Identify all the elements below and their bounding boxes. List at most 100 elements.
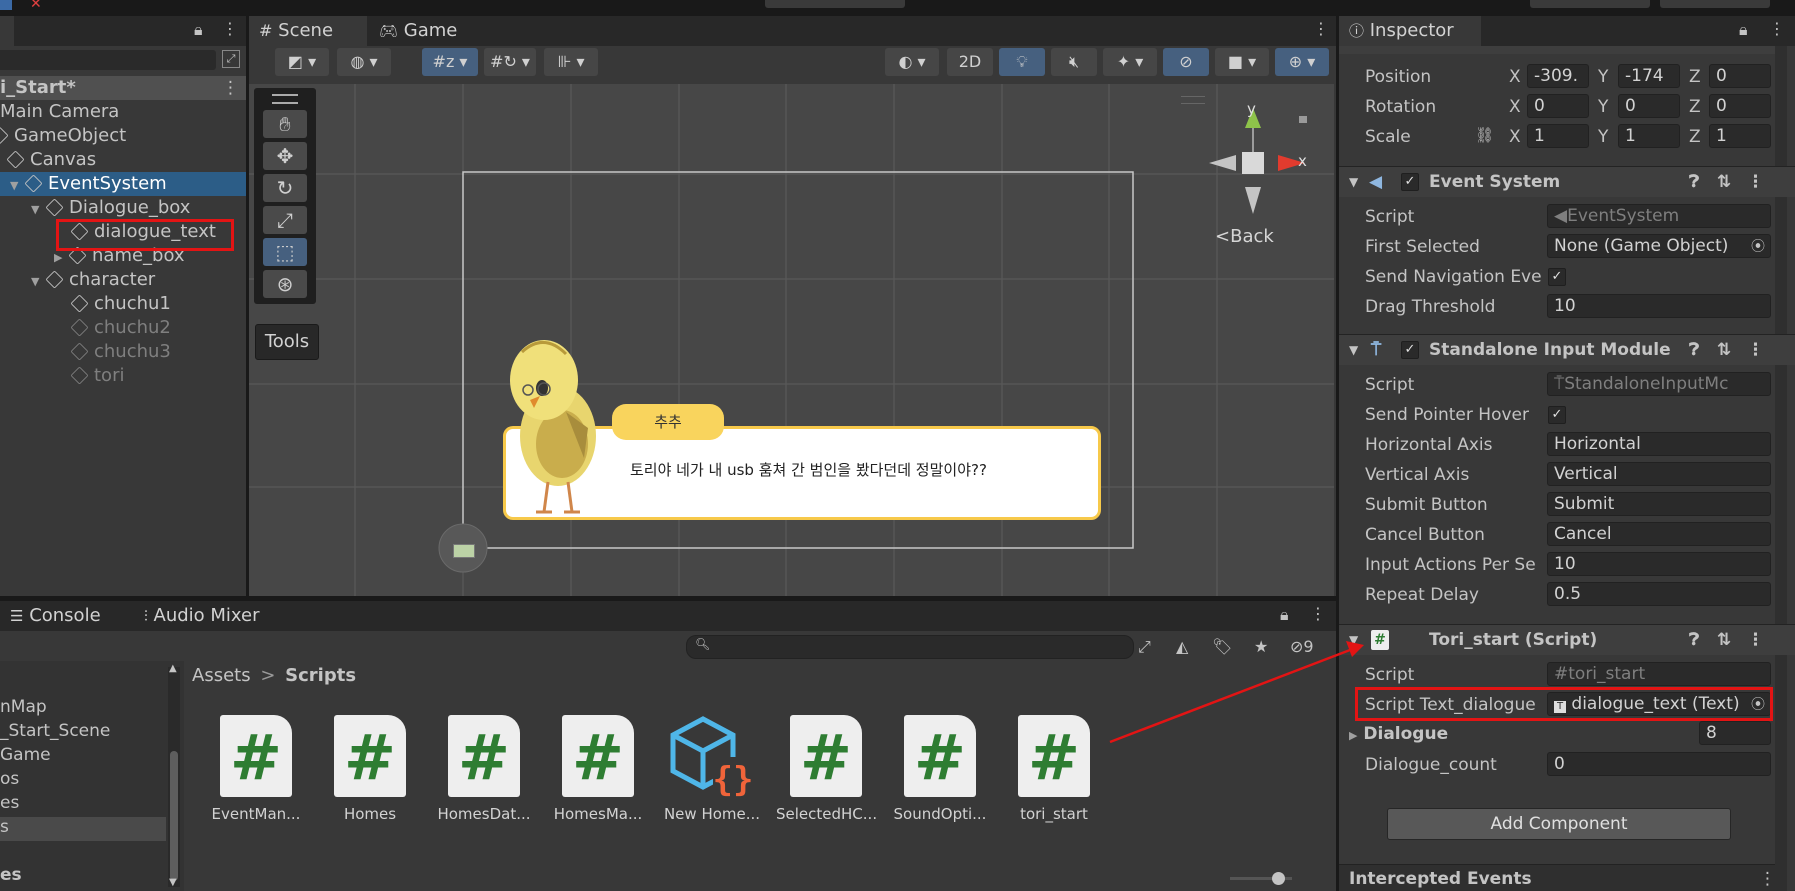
gizmos-dropdown[interactable]: ⊕ ▾ — [1275, 48, 1329, 76]
asset-new-homes[interactable]: {} New Home... — [662, 715, 762, 823]
rect-tool-icon[interactable]: ⬚ — [263, 238, 307, 266]
transform-header-stub[interactable] — [1339, 46, 1775, 54]
help-icon[interactable]: ❓︎ — [1689, 625, 1699, 655]
more-menu-icon[interactable]: ⋮ — [1310, 604, 1326, 623]
sim-script-field[interactable]: ⍑StandaloneInputMc — [1547, 372, 1771, 396]
folder-item[interactable]: Game — [0, 745, 51, 765]
hierarchy-tab[interactable] — [0, 16, 14, 46]
rotate-tool-icon[interactable]: ↻ — [263, 174, 307, 202]
increment-snap-button[interactable]: #↻ ▾ — [484, 48, 536, 76]
hand-tool-icon[interactable]: ✋︎ — [263, 110, 307, 138]
hierarchy-search-input[interactable] — [0, 50, 216, 70]
rotation-x-field[interactable]: 0 — [1527, 94, 1589, 118]
zoom-slider-thumb[interactable] — [1272, 872, 1285, 885]
layers-dropdown-stub[interactable] — [1530, 0, 1650, 8]
asset-tori-start[interactable]: # tori_start — [1004, 715, 1104, 823]
2d-toggle[interactable]: 2D — [947, 48, 993, 76]
hierarchy-item-tori[interactable]: tori — [0, 364, 246, 388]
event-system-enabled-checkbox[interactable]: ✓ — [1401, 173, 1419, 191]
layout-dropdown-stub[interactable] — [1660, 0, 1770, 8]
input-actions-field[interactable]: 10 — [1547, 552, 1771, 576]
scene-menu-icon[interactable]: ⋮ — [222, 76, 239, 100]
more-menu-icon[interactable]: ⋮ — [1769, 19, 1785, 38]
component-menu-icon[interactable]: ⋮ — [1747, 167, 1764, 197]
hierarchy-item-dialogue-box[interactable]: ▼ Dialogue_box — [0, 196, 246, 220]
scroll-down-icon[interactable]: ▼ — [169, 877, 177, 888]
add-component-button[interactable]: Add Component — [1387, 808, 1731, 840]
hierarchy-item-chuchu3[interactable]: chuchu3 — [0, 340, 246, 364]
overlay-drag-handle[interactable] — [272, 94, 298, 104]
repeat-delay-field[interactable]: 0.5 — [1547, 582, 1771, 606]
toolbar-icon[interactable] — [0, 0, 12, 10]
tab-inspector[interactable]: ⓘ Inspector — [1339, 16, 1481, 46]
shading-dropdown[interactable]: ◐ ▾ — [885, 48, 939, 76]
asset-soundoptions[interactable]: # SoundOpti... — [890, 715, 990, 823]
help-icon[interactable]: ❓︎ — [1689, 167, 1699, 197]
send-navigation-checkbox[interactable]: ✓ — [1548, 268, 1566, 286]
drag-threshold-field[interactable]: 10 — [1547, 294, 1771, 318]
hierarchy-item-chuchu1[interactable]: chuchu1 — [0, 292, 246, 316]
asset-homesdata[interactable]: # HomesDat... — [434, 715, 534, 823]
help-icon[interactable]: ❓︎ — [1689, 335, 1699, 365]
vertical-axis-field[interactable]: Vertical — [1547, 462, 1771, 486]
asset-eventmanager[interactable]: # EventMan... — [206, 715, 306, 823]
camera-dropdown[interactable]: ■ ▾ — [1215, 48, 1269, 76]
scale-y-field[interactable]: 1 — [1618, 124, 1680, 148]
more-menu-icon[interactable]: ⋮ — [222, 19, 238, 38]
event-system-header[interactable]: ▼ ◀︎ ✓ Event System ❓︎ ⇅ ⋮ — [1339, 166, 1795, 197]
project-search-input[interactable]: 🔍︎ — [686, 635, 1134, 659]
tab-audio-mixer[interactable]: ⫶ Audio Mixer — [134, 601, 294, 631]
constrain-proportions-icon[interactable]: ⛓︎ — [1475, 126, 1494, 144]
horizontal-axis-field[interactable]: Horizontal — [1547, 432, 1771, 456]
hierarchy-item-chuchu2[interactable]: chuchu2 — [0, 316, 246, 340]
standalone-input-header[interactable]: ▼ ⍑ ✓ Standalone Input Module ❓︎ ⇅ ⋮ — [1339, 334, 1795, 365]
scene-header-row[interactable]: i_Start* ⋮ — [0, 76, 246, 100]
search-expand-icon[interactable]: ⤢ — [1138, 637, 1151, 657]
foldout-arrow-icon[interactable]: ▼ — [1349, 167, 1358, 197]
folder-item[interactable]: nMap — [0, 697, 47, 717]
scene-viewport[interactable]: y x <Back 토리야 네가 내 usb 훔쳐 간 범인을 봤다던데 정말이… — [249, 84, 1334, 596]
lighting-toggle[interactable]: 💡︎ — [999, 48, 1045, 76]
expand-arrow-icon[interactable]: ▼ — [31, 270, 47, 294]
tori-start-header[interactable]: ▼ # Tori_start (Script) ❓︎ ⇅ ⋮ — [1339, 624, 1795, 655]
position-y-field[interactable]: -174 — [1618, 64, 1680, 88]
tab-game[interactable]: 🎮︎ Game — [369, 16, 479, 46]
dialogue-array-row[interactable]: ▶ Dialogue — [1349, 724, 1448, 744]
asset-homesmanager[interactable]: # HomesMa... — [548, 715, 648, 823]
asset-selectedhc[interactable]: # SelectedHC... — [776, 715, 877, 823]
submit-button-field[interactable]: Submit — [1547, 492, 1771, 516]
component-menu-icon[interactable]: ⋮ — [1747, 335, 1764, 365]
hierarchy-item-character[interactable]: ▼ character — [0, 268, 246, 292]
lock-icon[interactable]: 🔒︎ — [1280, 605, 1289, 625]
folder-item[interactable]: _Start_Scene — [0, 721, 110, 741]
hidden-objects-toggle[interactable]: ⊘ — [1163, 48, 1209, 76]
dialogue-array-size[interactable]: 8 — [1699, 721, 1771, 745]
breadcrumb-current[interactable]: Scripts — [285, 665, 356, 686]
search-expand-icon[interactable]: ⤢ — [222, 50, 240, 68]
hierarchy-item-canvas[interactable]: Canvas — [4, 148, 246, 172]
intercepted-events-header[interactable]: Intercepted Events ⋮ — [1339, 864, 1776, 891]
dialogue-count-field[interactable]: 0 — [1547, 752, 1771, 776]
standalone-enabled-checkbox[interactable]: ✓ — [1401, 341, 1419, 359]
asset-homes[interactable]: # Homes — [320, 715, 420, 823]
transform-tool-icon[interactable]: ⊛ — [263, 270, 307, 298]
hierarchy-item-main-camera[interactable]: Main Camera — [0, 100, 246, 124]
folder-item[interactable]: es — [0, 865, 22, 885]
component-menu-icon[interactable]: ⋮ — [1747, 625, 1764, 655]
hierarchy-item-eventsystem[interactable]: ▼ EventSystem — [0, 172, 246, 196]
foldout-arrow-icon[interactable]: ▼ — [1349, 335, 1358, 365]
scale-x-field[interactable]: 1 — [1527, 124, 1589, 148]
foldout-arrow-icon[interactable]: ▶ — [1349, 729, 1357, 742]
folder-item[interactable]: os — [0, 769, 19, 789]
filter-label-icon[interactable]: 🏷︎ — [1212, 637, 1232, 656]
rotation-z-field[interactable]: 0 — [1709, 94, 1771, 118]
scale-tool-icon[interactable]: ⤢ — [263, 206, 307, 234]
back-view-button[interactable]: <Back — [1215, 226, 1274, 247]
position-x-field[interactable]: -309. — [1527, 64, 1589, 88]
tools-button[interactable]: Tools — [255, 324, 319, 360]
tori-script-field[interactable]: #tori_start — [1547, 662, 1771, 686]
folder-scrollbar[interactable]: ▲ ▼ — [168, 663, 180, 888]
toolbar-button-stub[interactable] — [765, 0, 905, 8]
lock-icon[interactable]: 🔒︎ — [194, 20, 203, 40]
breadcrumb-root[interactable]: Assets — [192, 665, 251, 686]
